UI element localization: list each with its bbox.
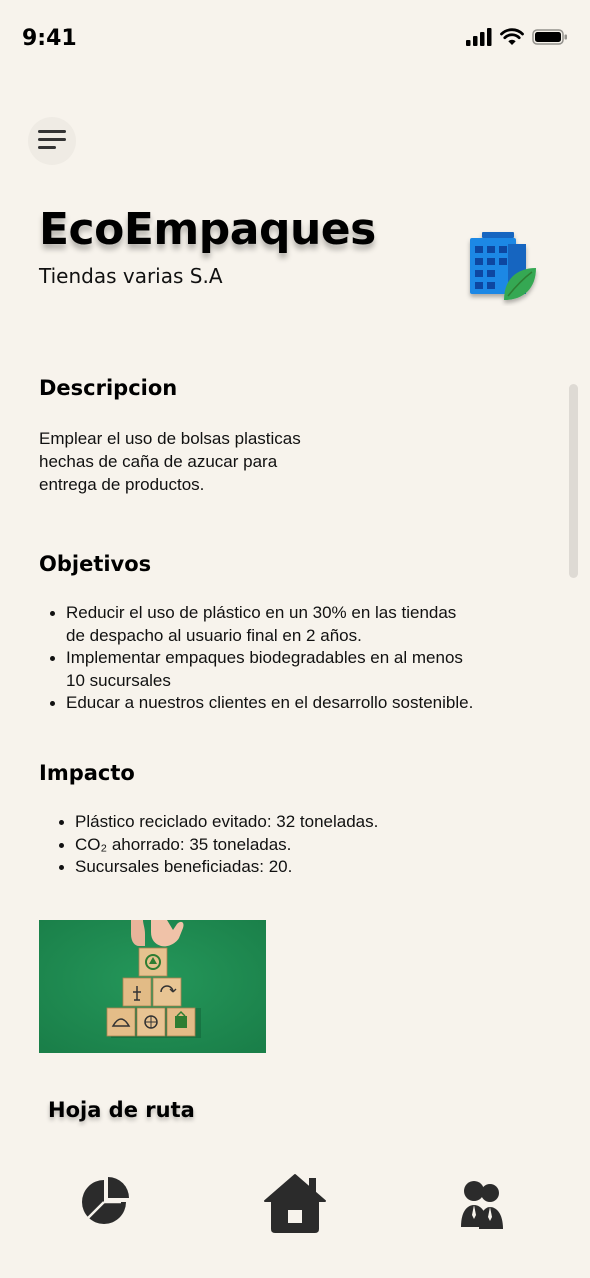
menu-button[interactable] xyxy=(28,117,76,165)
objetivo-line: Reducir el uso de plástico en un 30% en … xyxy=(66,603,457,622)
building-leaf-icon xyxy=(464,230,540,306)
scrollbar[interactable] xyxy=(569,384,578,578)
status-bar: 9:41 xyxy=(0,0,590,80)
objetivo-line: Implementar empaques biodegradables en a… xyxy=(66,648,463,667)
home-icon xyxy=(263,1173,327,1238)
descripcion-heading: Descripcion xyxy=(39,376,178,400)
menu-icon xyxy=(38,129,66,154)
nav-home-button[interactable] xyxy=(262,1172,328,1238)
pie-chart-icon xyxy=(79,1176,129,1232)
impacto-list: Plástico reciclado evitado: 32 toneladas… xyxy=(59,811,535,879)
impacto-item: Plástico reciclado evitado: 32 toneladas… xyxy=(59,811,535,834)
sustainability-blocks-image xyxy=(39,920,266,1053)
objetivos-list: Reducir el uso de plástico en un 30% en … xyxy=(50,602,546,715)
objetivo-line: Educar a nuestros clientes en el desarro… xyxy=(66,693,474,712)
status-icons xyxy=(466,28,568,51)
company-subtitle: Tiendas varias S.A xyxy=(39,264,223,288)
objetivo-line: de despacho al usuario final en 2 años. xyxy=(66,625,362,645)
descripcion-line: hechas de caña de azucar para xyxy=(39,452,278,471)
signal-icon xyxy=(466,28,492,51)
status-time: 9:41 xyxy=(22,26,77,51)
battery-icon xyxy=(532,28,568,51)
descripcion-text: Emplear el uso de bolsas plasticas hecha… xyxy=(39,427,359,496)
descripcion-line: entrega de productos. xyxy=(39,475,205,494)
nav-stats-button[interactable] xyxy=(78,1176,130,1232)
objetivos-heading: Objetivos xyxy=(39,552,152,576)
nav-community-button[interactable] xyxy=(458,1180,506,1234)
page-title: EcoEmpaques xyxy=(39,204,376,255)
impacto-item: Sucursales beneficiadas: 20. xyxy=(59,856,535,879)
users-icon xyxy=(459,1179,505,1236)
impacto-heading: Impacto xyxy=(39,761,135,785)
objetivo-item: Reducir el uso de plástico en un 30% en … xyxy=(50,602,546,647)
impacto-item: CO₂ ahorrado: 35 toneladas. xyxy=(59,834,535,857)
wifi-icon xyxy=(500,28,524,51)
objetivo-item: Educar a nuestros clientes en el desarro… xyxy=(50,692,546,715)
descripcion-line: Emplear el uso de bolsas plasticas xyxy=(39,429,301,448)
bottom-nav xyxy=(0,1150,590,1278)
objetivo-item: Implementar empaques biodegradables en a… xyxy=(50,647,546,692)
objetivo-line: 10 sucursales xyxy=(66,670,171,690)
